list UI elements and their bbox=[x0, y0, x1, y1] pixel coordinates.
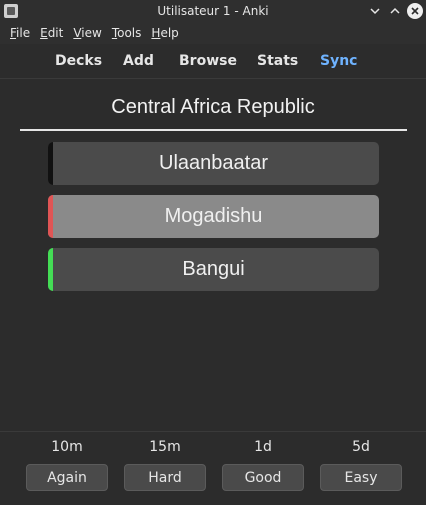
good-button[interactable]: Good bbox=[222, 464, 304, 491]
minimize-button[interactable] bbox=[367, 3, 383, 19]
answer-option-correct[interactable]: Bangui bbox=[48, 248, 379, 291]
decks-link[interactable]: Decks bbox=[55, 53, 102, 69]
menu-view[interactable]: View bbox=[73, 26, 101, 40]
easy-button[interactable]: Easy bbox=[320, 464, 402, 491]
add-link[interactable]: Add bbox=[123, 53, 154, 69]
menu-mnemonic: H bbox=[151, 26, 161, 40]
menu-edit[interactable]: Edit bbox=[40, 26, 63, 40]
main-toolbar: Decks Add Browse Stats Sync bbox=[0, 44, 426, 79]
chevron-up-icon bbox=[390, 7, 400, 14]
title-bar: Utilisateur 1 - Anki bbox=[0, 0, 426, 22]
card-question: Central Africa Republic bbox=[111, 96, 315, 118]
interval-again: 10m bbox=[51, 439, 83, 455]
interval-easy: 5d bbox=[352, 439, 370, 455]
browse-link[interactable]: Browse bbox=[179, 53, 237, 69]
maximize-button[interactable] bbox=[387, 3, 403, 19]
answer-edge-indicator bbox=[48, 195, 53, 238]
menu-help[interactable]: Help bbox=[151, 26, 178, 40]
answer-edge-indicator bbox=[48, 142, 53, 185]
question-divider bbox=[20, 129, 407, 131]
window-title: Utilisateur 1 - Anki bbox=[157, 4, 269, 18]
answer-label: Bangui bbox=[182, 258, 245, 280]
close-button[interactable] bbox=[407, 3, 423, 19]
menu-mnemonic: E bbox=[40, 26, 48, 40]
menu-mnemonic: F bbox=[10, 26, 17, 40]
sync-link[interactable]: Sync bbox=[320, 53, 357, 69]
chevron-down-icon bbox=[370, 8, 380, 15]
close-icon bbox=[411, 7, 419, 15]
interval-good: 1d bbox=[254, 439, 272, 455]
answer-buttons-bar: 10m 15m 1d 5d Again Hard Good Easy bbox=[0, 431, 426, 505]
answer-label: Mogadishu bbox=[164, 205, 263, 227]
again-button[interactable]: Again bbox=[26, 464, 108, 491]
hard-button[interactable]: Hard bbox=[124, 464, 206, 491]
menu-mnemonic: T bbox=[111, 26, 118, 40]
menu-tools[interactable]: Tools bbox=[112, 26, 142, 40]
menu-mnemonic: V bbox=[73, 26, 82, 40]
menu-file[interactable]: File bbox=[10, 26, 30, 40]
menu-bar: File Edit View Tools Help bbox=[0, 22, 426, 44]
stats-link[interactable]: Stats bbox=[257, 53, 298, 69]
answer-option[interactable]: Ulaanbaatar bbox=[48, 142, 379, 185]
answer-option-wrong[interactable]: Mogadishu bbox=[48, 195, 379, 238]
answer-edge-indicator bbox=[48, 248, 53, 291]
answer-label: Ulaanbaatar bbox=[159, 152, 268, 174]
interval-hard: 15m bbox=[149, 439, 181, 455]
